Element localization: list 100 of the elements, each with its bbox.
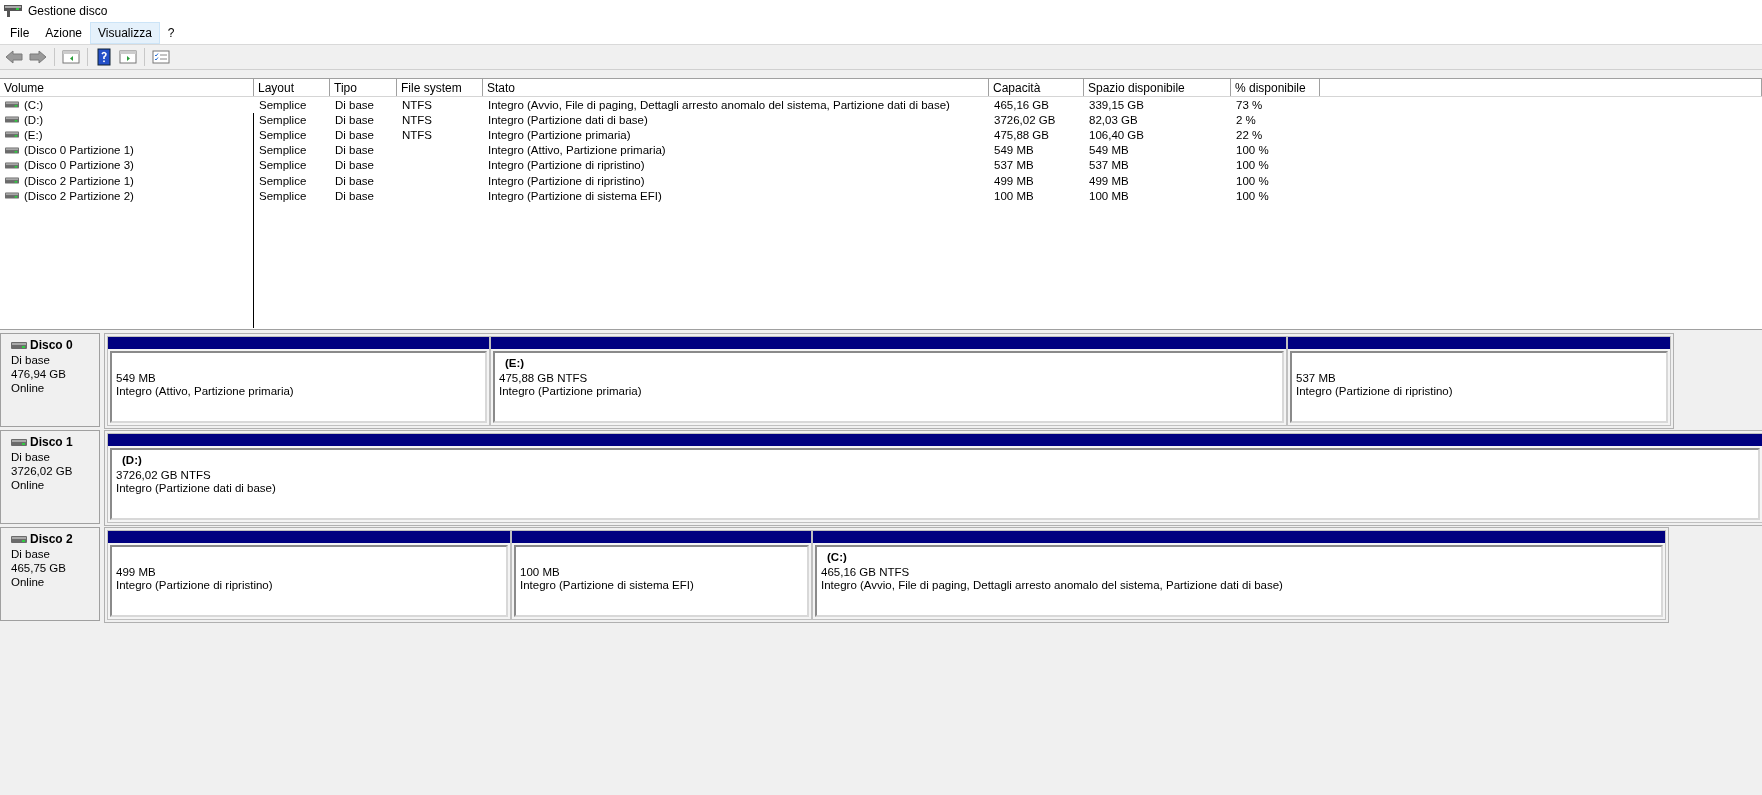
partition-block[interactable]: 537 MB Integro (Partizione di ripristino) [1287, 336, 1671, 426]
table-cell: Semplice [259, 174, 307, 187]
table-cell: Di base [335, 113, 374, 126]
disk-name: Disco 2 [30, 532, 73, 546]
table-cell: 100 MB [1089, 189, 1129, 202]
partition-status: Integro (Attivo, Partizione primaria) [116, 385, 295, 397]
table-cell: (Disco 2 Partizione 2) [24, 189, 134, 202]
table-cell: Integro (Attivo, Partizione primaria) [488, 144, 666, 157]
table-cell: (D:) [24, 113, 44, 126]
table-cell: Di base [335, 98, 374, 111]
table-cell: 339,15 GB [1089, 98, 1144, 111]
drive-icon [5, 101, 19, 109]
partition-block[interactable]: (E:) 475,88 GB NTFS Integro (Partizione primaria) [490, 336, 1287, 426]
table-cell: NTFS [402, 128, 433, 141]
partition-status: Integro (Partizione di ripristino) [1296, 385, 1454, 397]
table-cell: Semplice [259, 128, 307, 141]
table-cell: Di base [335, 189, 374, 202]
partition-label: (E:) [505, 357, 525, 369]
partition-block[interactable]: 549 MB Integro (Attivo, Partizione primaria) [107, 336, 490, 426]
table-cell: 100 % [1236, 159, 1269, 172]
partition-size: 3726,02 GB NTFS [116, 469, 212, 481]
table-cell: 100 % [1236, 189, 1269, 202]
table-cell: Di base [335, 174, 374, 187]
table-cell: Integro (Avvio, File di paging, Dettagli arresto anomalo del sistema, Partizione dati di base) [488, 98, 950, 111]
menu-item[interactable]: Visualizza [90, 22, 160, 44]
table-cell: Integro (Partizione primaria) [488, 128, 631, 141]
partition-block[interactable]: (C:) 465,16 GB NTFS Integro (Avvio, File di paging, Dettagli arresto anomalo del sistema, Partizione dati di base) [812, 530, 1666, 620]
partition-label: (D:) [122, 454, 142, 466]
drive-icon [11, 535, 27, 543]
table-cell: 22 % [1236, 128, 1263, 141]
table-cell: Semplice [259, 98, 307, 111]
table-cell: (C:) [24, 98, 44, 111]
disk-state: Online [11, 576, 46, 588]
table-cell: 549 MB [1089, 144, 1129, 157]
table-cell: (Disco 0 Partizione 1) [24, 144, 134, 157]
table-cell: Di base [335, 159, 374, 172]
properties-icon[interactable] [151, 47, 171, 67]
help-icon[interactable] [94, 47, 114, 67]
drive-icon [5, 146, 19, 154]
table-cell: 537 MB [1089, 159, 1129, 172]
table-cell: Integro (Partizione di ripristino) [488, 174, 645, 187]
partition-size: 465,16 GB NTFS [821, 566, 911, 578]
disk-management-icon [4, 4, 22, 18]
drive-icon [5, 177, 19, 185]
drive-icon [11, 438, 27, 446]
partition-block[interactable]: 499 MB Integro (Partizione di ripristino) [107, 530, 511, 620]
disk-type: Di base [11, 354, 51, 366]
forward-arrow-icon[interactable] [28, 47, 48, 67]
partition-block[interactable]: (D:) 3726,02 GB NTFS Integro (Partizione dati di base) [107, 433, 1762, 523]
disk-type: Di base [11, 451, 51, 463]
partition-size: 100 MB [520, 566, 561, 578]
disk-size: 465,75 GB [11, 562, 67, 574]
table-cell: Semplice [259, 159, 307, 172]
drive-icon [5, 192, 19, 200]
table-cell: 537 MB [994, 159, 1034, 172]
disk-state: Online [11, 382, 46, 394]
menu-item[interactable]: File [2, 22, 38, 44]
table-cell: 465,16 GB [994, 98, 1049, 111]
partition-status: Integro (Partizione di ripristino) [116, 579, 274, 591]
table-cell: 549 MB [994, 144, 1034, 157]
drive-icon [5, 116, 19, 124]
disk-size: 3726,02 GB [11, 465, 74, 477]
table-cell: NTFS [402, 98, 433, 111]
table-cell: Di base [335, 128, 374, 141]
table-cell: (E:) [24, 128, 43, 141]
partition-status: Integro (Partizione dati di base) [116, 482, 277, 494]
table-cell: (Disco 2 Partizione 1) [24, 174, 134, 187]
table-cell: Semplice [259, 144, 307, 157]
table-cell: Integro (Partizione di sistema EFI) [488, 189, 662, 202]
table-cell: 499 MB [1089, 174, 1129, 187]
table-cell: 100 % [1236, 144, 1269, 157]
drive-icon [5, 161, 19, 169]
partition-size: 537 MB [1296, 372, 1337, 384]
partition-size: 475,88 GB NTFS [499, 372, 589, 384]
table-cell: 100 % [1236, 174, 1269, 187]
table-cell: Integro (Partizione dati di base) [488, 113, 648, 126]
table-cell: Di base [335, 144, 374, 157]
partition-status: Integro (Partizione primaria) [499, 385, 643, 397]
table-cell: 100 MB [994, 189, 1034, 202]
table-cell: 2 % [1236, 113, 1256, 126]
table-cell: 106,40 GB [1089, 128, 1144, 141]
disk-name: Disco 1 [30, 435, 73, 449]
table-cell: 3726,02 GB [994, 113, 1056, 126]
partition-label: (C:) [827, 551, 847, 563]
disk-state: Online [11, 479, 46, 491]
partition-block[interactable]: 100 MB Integro (Partizione di sistema EFI) [511, 530, 812, 620]
table-cell: Integro (Partizione di ripristino) [488, 159, 645, 172]
table-cell: Semplice [259, 189, 307, 202]
table-cell: 499 MB [994, 174, 1034, 187]
menu-item[interactable]: ? [159, 22, 183, 44]
table-cell: Semplice [259, 113, 307, 126]
disk-size: 476,94 GB [11, 368, 67, 380]
partition-status: Integro (Avvio, File di paging, Dettagli arresto anomalo del sistema, Partizione dati di base) [821, 579, 1284, 591]
table-cell: (Disco 0 Partizione 3) [24, 159, 134, 172]
console-tree-icon[interactable] [61, 47, 81, 67]
back-arrow-icon[interactable] [4, 47, 24, 67]
menu-item[interactable]: Azione [37, 22, 91, 44]
table-cell: 73 % [1236, 98, 1263, 111]
drive-icon [5, 131, 19, 139]
window-title: Gestione disco [28, 4, 108, 18]
